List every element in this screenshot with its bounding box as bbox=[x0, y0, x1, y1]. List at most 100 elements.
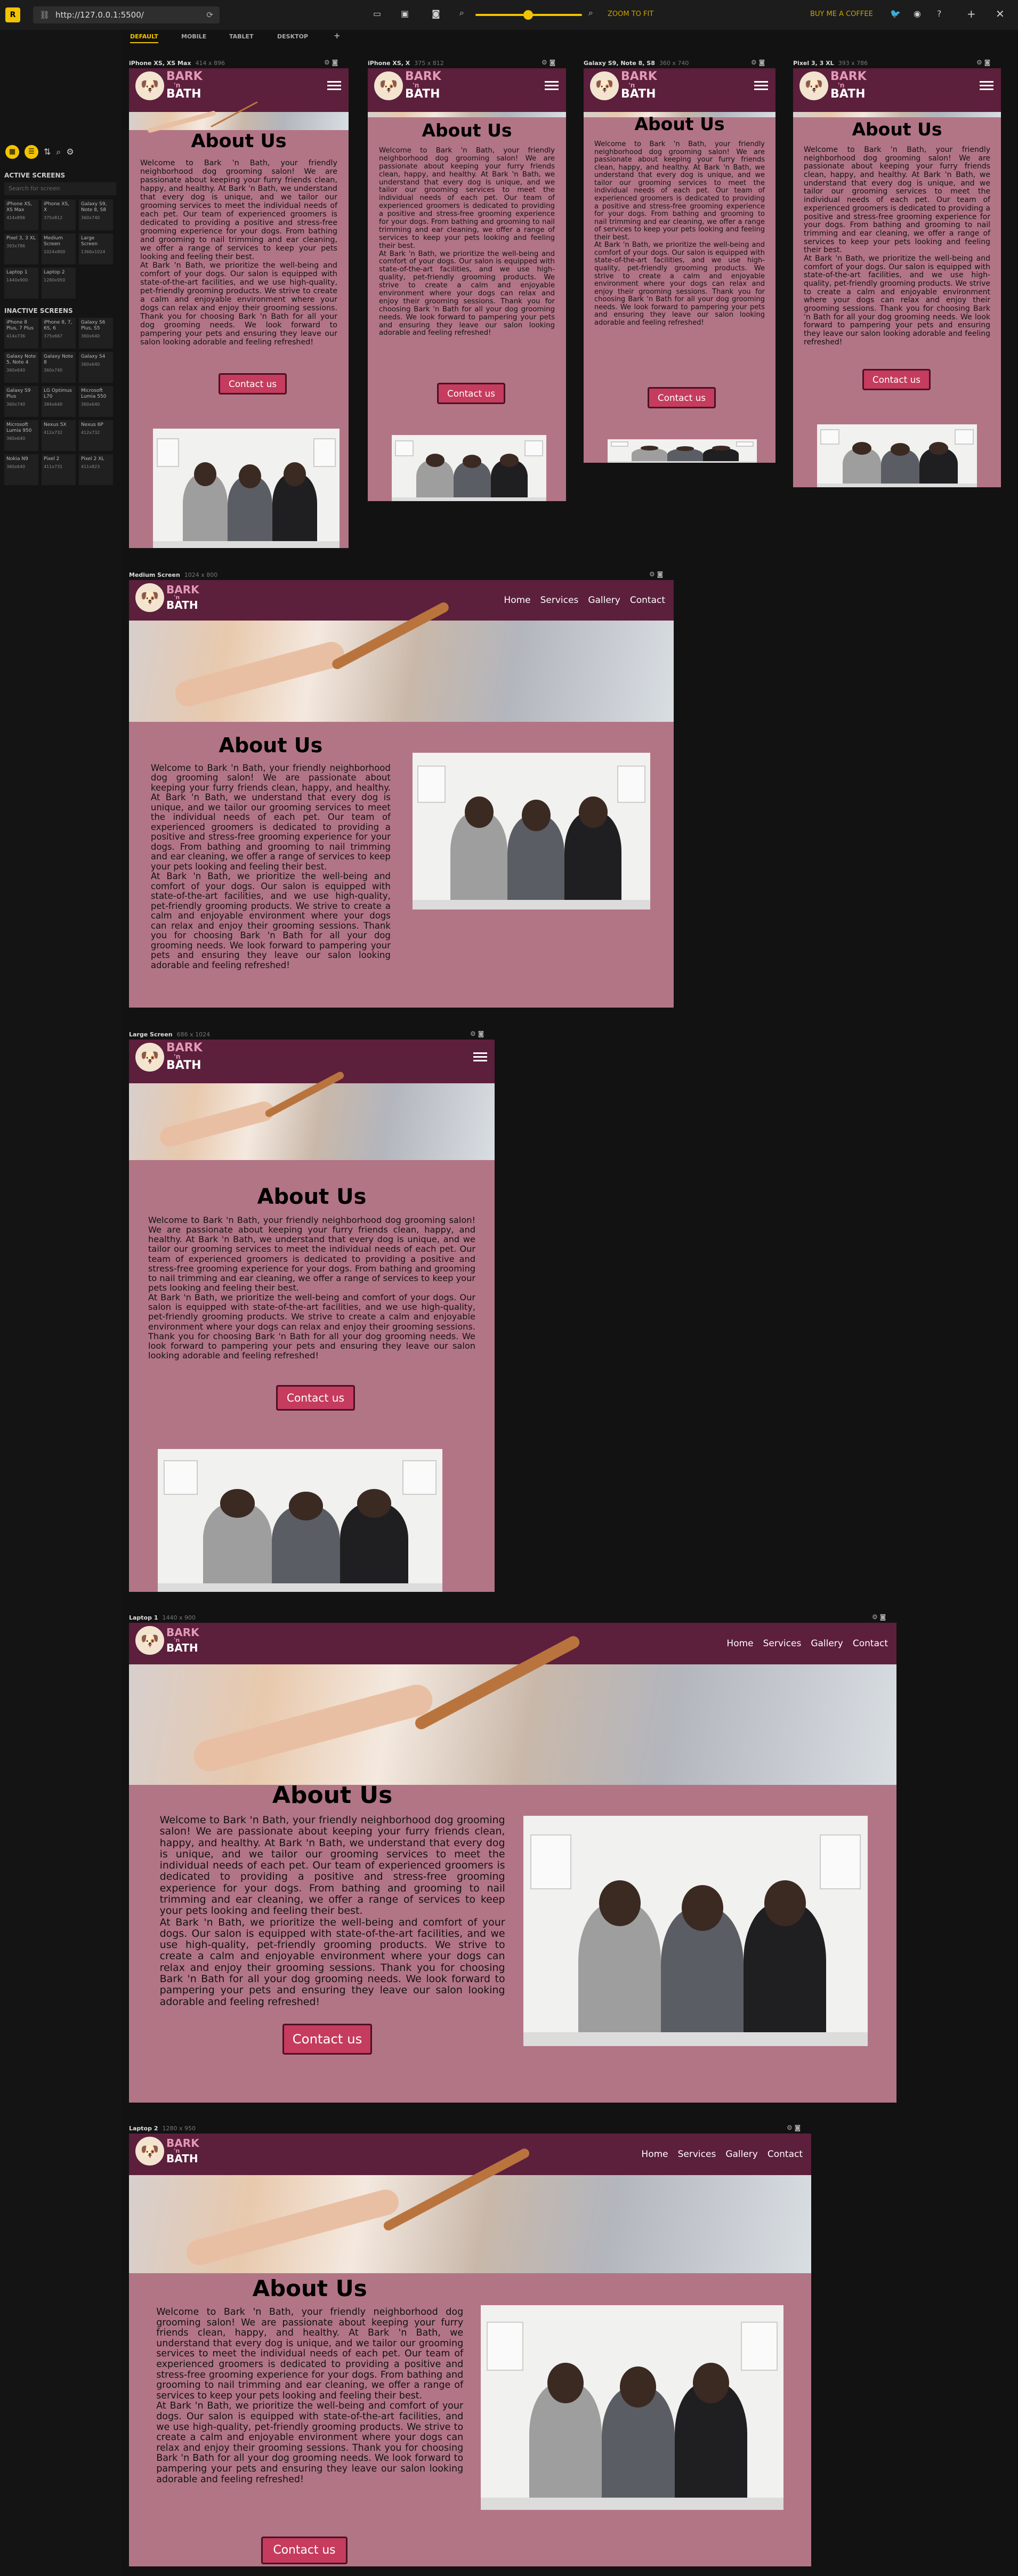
contact-button[interactable]: Contact us bbox=[219, 373, 287, 395]
zoom-slider-handle[interactable] bbox=[523, 10, 533, 20]
sidebar-screen-item[interactable]: Nexus 5X 412x732 bbox=[42, 420, 76, 451]
contact-button[interactable]: Contact us bbox=[261, 2537, 348, 2564]
sidebar-screen-item[interactable]: Galaxy Note 5, Note 4 360x640 bbox=[4, 352, 38, 383]
add-icon[interactable]: + bbox=[967, 9, 976, 19]
frame-screenshot-icon[interactable]: ◙ bbox=[550, 59, 556, 66]
zoom-in-icon[interactable]: ⌕ bbox=[588, 9, 593, 17]
site-logo[interactable]: 🐶 BARK'n BATH bbox=[135, 71, 203, 100]
frame-screenshot-icon[interactable]: ◙ bbox=[657, 570, 664, 578]
frame-settings-icon[interactable]: ⚙ bbox=[470, 1030, 476, 1037]
frame-settings-icon[interactable]: ⚙ bbox=[649, 570, 655, 578]
sidebar-screen-item[interactable]: Large Screen 1366x1024 bbox=[79, 234, 113, 264]
reload-icon[interactable]: ⟳ bbox=[206, 6, 213, 23]
site-logo[interactable]: 🐶 BARK'n BATH bbox=[590, 71, 657, 100]
sort-icon[interactable]: ⇅ bbox=[44, 145, 51, 159]
contact-button[interactable]: Contact us bbox=[282, 2024, 372, 2055]
nav-link[interactable]: Home bbox=[726, 1623, 753, 1664]
screenshot-icon[interactable]: ◙ bbox=[432, 10, 440, 18]
frame-settings-icon[interactable]: ⚙ bbox=[976, 59, 982, 66]
hamburger-menu-icon[interactable] bbox=[327, 79, 341, 92]
layout-icon[interactable]: ▣ bbox=[401, 10, 409, 18]
nav-link[interactable]: Services bbox=[678, 2134, 716, 2175]
zoom-to-fit-button[interactable]: ZOOM TO FIT bbox=[608, 11, 653, 18]
sidebar-screen-item[interactable]: Laptop 2 1280x950 bbox=[42, 268, 76, 299]
buy-coffee-link[interactable]: BUY ME A COFFEE bbox=[810, 11, 873, 18]
contact-button[interactable]: Contact us bbox=[862, 369, 931, 390]
tab-desktop[interactable]: DESKTOP bbox=[277, 33, 308, 40]
zoom-slider[interactable] bbox=[475, 10, 582, 20]
screen-search-input[interactable]: Search for screen bbox=[4, 182, 116, 195]
frame-settings-icon[interactable]: ⚙ bbox=[324, 59, 330, 66]
frame-screenshot-icon[interactable]: ◙ bbox=[795, 2124, 801, 2131]
hamburger-menu-icon[interactable] bbox=[980, 79, 993, 92]
site-logo[interactable]: 🐶 BARK'n BATH bbox=[135, 2137, 199, 2166]
frame-screenshot-icon[interactable]: ◙ bbox=[880, 1613, 886, 1621]
frame-settings-icon[interactable]: ⚙ bbox=[872, 1613, 878, 1621]
hamburger-menu-icon[interactable] bbox=[754, 79, 768, 92]
site-logo[interactable]: 🐶 BARK'n BATH bbox=[135, 583, 199, 612]
nav-link[interactable]: Gallery bbox=[588, 580, 620, 621]
sidebar-screen-item[interactable]: iPhone XS, XS Max 414x896 bbox=[4, 199, 38, 230]
tab-tablet[interactable]: TABLET bbox=[229, 33, 254, 40]
github-icon[interactable]: ◉ bbox=[914, 10, 921, 18]
sidebar-screen-item[interactable]: Pixel 2 411x731 bbox=[42, 454, 76, 485]
frame-screenshot-icon[interactable]: ◙ bbox=[478, 1030, 484, 1037]
search-icon[interactable]: ⌕ bbox=[56, 145, 61, 159]
help-icon[interactable]: ? bbox=[937, 10, 942, 18]
contact-button[interactable]: Contact us bbox=[437, 383, 505, 404]
nav-link[interactable]: Contact bbox=[630, 580, 665, 621]
site-logo[interactable]: 🐶 BARK'n BATH bbox=[374, 71, 441, 100]
nav-link[interactable]: Services bbox=[540, 580, 579, 621]
sidebar-screen-item[interactable]: Galaxy S9 Plus 360x740 bbox=[4, 386, 38, 417]
sidebar-screen-item[interactable]: LG Optimus L70 384x640 bbox=[42, 386, 76, 417]
nav-link[interactable]: Gallery bbox=[811, 1623, 843, 1664]
logo-word-bath: BATH bbox=[166, 599, 198, 612]
sidebar-screen-item[interactable]: Pixel 2 XL 411x823 bbox=[79, 454, 113, 485]
nav-link[interactable]: Contact bbox=[853, 1623, 888, 1664]
grid-icon[interactable]: ▦ bbox=[5, 145, 19, 159]
nav-link[interactable]: Home bbox=[504, 580, 530, 621]
sidebar-screen-item[interactable]: Pixel 3, 3 XL 393x786 bbox=[4, 234, 38, 264]
sidebar-screen-item[interactable]: Microsoft Lumia 950 360x640 bbox=[4, 420, 38, 451]
device-toggle-icon[interactable]: ▭ bbox=[373, 10, 381, 18]
nav-link[interactable]: Home bbox=[641, 2134, 668, 2175]
tab-mobile[interactable]: MOBILE bbox=[181, 33, 206, 40]
contact-button[interactable]: Contact us bbox=[648, 387, 716, 408]
sidebar-screen-item[interactable]: Laptop 1 1440x900 bbox=[4, 268, 38, 299]
hamburger-menu-icon[interactable] bbox=[473, 1050, 487, 1064]
add-tab-button[interactable]: + bbox=[334, 31, 341, 41]
contact-button[interactable]: Contact us bbox=[276, 1385, 355, 1411]
close-icon[interactable]: ✕ bbox=[996, 9, 1005, 19]
url-input[interactable]: ⛓ http://127.0.0.1:5500/ ⟳ bbox=[33, 6, 220, 23]
sidebar-screen-item[interactable]: Galaxy Note 8 360x740 bbox=[42, 352, 76, 383]
nav-link[interactable]: Services bbox=[763, 1623, 802, 1664]
site-logo[interactable]: 🐶 BARK'n BATH bbox=[799, 71, 867, 100]
sidebar-screen-item[interactable]: iPhone 8, 7, 6S, 6 375x667 bbox=[42, 318, 76, 349]
zoom-out-icon[interactable]: ⌕ bbox=[459, 9, 464, 17]
nav-link[interactable]: Gallery bbox=[725, 2134, 758, 2175]
settings-icon[interactable]: ⚙ bbox=[66, 145, 74, 159]
frame-screenshot-icon[interactable]: ◙ bbox=[332, 59, 338, 66]
site-logo[interactable]: 🐶 BARK'n BATH bbox=[135, 1626, 199, 1655]
frame-screenshot-icon[interactable]: ◙ bbox=[759, 59, 765, 66]
sidebar-screen-item[interactable]: iPhone XS, X 375x812 bbox=[42, 199, 76, 230]
tab-default[interactable]: DEFAULT bbox=[130, 33, 158, 43]
sidebar-screen-item[interactable]: iPhone 8 Plus, 7 Plus 414x736 bbox=[4, 318, 38, 349]
list-icon[interactable]: ☰ bbox=[25, 145, 38, 159]
sidebar-screen-item[interactable]: Nexus 6P 412x732 bbox=[79, 420, 113, 451]
person-head bbox=[599, 1880, 641, 1927]
sidebar-screen-item[interactable]: Medium Screen 1024x800 bbox=[42, 234, 76, 264]
sidebar-screen-item[interactable]: Nokia N9 360x640 bbox=[4, 454, 38, 485]
frame-settings-icon[interactable]: ⚙ bbox=[542, 59, 547, 66]
site-logo[interactable]: 🐶 BARK'n BATH bbox=[135, 1042, 203, 1072]
hamburger-menu-icon[interactable] bbox=[545, 79, 559, 92]
sidebar-screen-item[interactable]: Galaxy S9, Note 8, S8 360x740 bbox=[79, 199, 113, 230]
sidebar-screen-item[interactable]: Galaxy S4 360x640 bbox=[79, 352, 113, 383]
frame-settings-icon[interactable]: ⚙ bbox=[787, 2124, 793, 2131]
sidebar-screen-item[interactable]: Galaxy S6 Plus, S5 360x640 bbox=[79, 318, 113, 349]
nav-link[interactable]: Contact bbox=[767, 2134, 803, 2175]
frame-settings-icon[interactable]: ⚙ bbox=[751, 59, 757, 66]
twitter-icon[interactable]: 🐦 bbox=[890, 10, 901, 18]
sidebar-screen-item[interactable]: Microsoft Lumia 550 360x640 bbox=[79, 386, 113, 417]
frame-screenshot-icon[interactable]: ◙ bbox=[984, 59, 991, 66]
